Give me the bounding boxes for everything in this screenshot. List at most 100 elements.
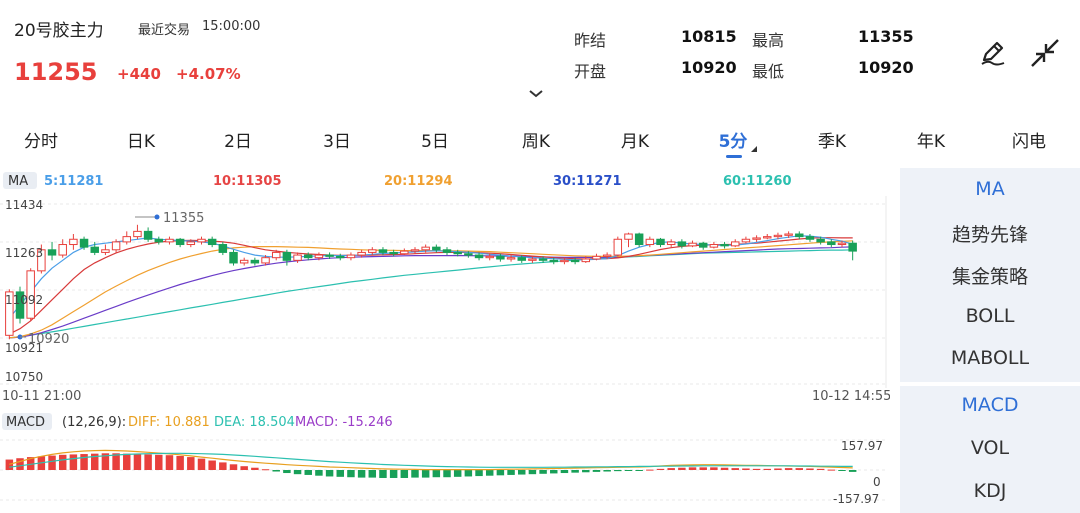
chart-background <box>0 168 890 513</box>
candle-body <box>752 237 761 240</box>
stat-prev-settle-value: 10815 <box>681 27 737 46</box>
indicator-ma[interactable]: MA <box>900 178 1080 200</box>
stat-high-value: 11355 <box>858 27 914 46</box>
ma20-label: 20:11294 <box>384 174 453 189</box>
macd-bar <box>357 470 366 478</box>
collapse-arrows-icon[interactable] <box>1028 36 1062 70</box>
macd-bar <box>838 470 846 471</box>
candle-body <box>517 257 526 261</box>
tab-2day[interactable]: 2日 <box>224 127 252 152</box>
candle-body <box>271 251 281 259</box>
y-tick-label: 11263 <box>5 246 43 260</box>
price-change-percent: +4.07% <box>176 65 241 83</box>
indicator-vol[interactable]: VOL <box>900 437 1080 459</box>
active-tab-indicator <box>726 155 742 158</box>
indicator-boll[interactable]: BOLL <box>900 305 1080 327</box>
macd-bar <box>560 470 569 474</box>
macd-bar <box>304 470 312 475</box>
macd-bar <box>165 455 174 470</box>
macd-tag: MACD <box>6 415 45 430</box>
candle-body <box>229 251 238 264</box>
macd-bar <box>368 470 377 478</box>
indicator-trend-pioneer[interactable]: 趋势先锋 <box>900 220 1080 247</box>
macd-bar <box>656 468 665 470</box>
tab-daily-k[interactable]: 日K <box>127 127 155 152</box>
tab-5day[interactable]: 5日 <box>421 127 449 152</box>
candle-body <box>816 238 825 243</box>
candle-body <box>58 244 67 256</box>
candle-body <box>538 258 548 261</box>
candle-body <box>464 253 473 256</box>
macd-bar <box>475 470 483 477</box>
tab-5min[interactable]: 5分 <box>719 127 748 152</box>
x-end-label: 10-12 14:55 <box>812 389 890 404</box>
macd-bar <box>293 470 302 475</box>
candle-body <box>90 246 99 253</box>
candle-body <box>368 249 377 253</box>
indicator-maboll[interactable]: MABOLL <box>900 347 1080 369</box>
tab-intraday[interactable]: 分时 <box>24 127 58 152</box>
candle-body <box>421 246 430 251</box>
candle-body <box>666 241 676 246</box>
macd-bar <box>464 470 473 477</box>
x-start-label: 10-11 21:00 <box>2 389 81 404</box>
chevron-down-icon[interactable] <box>528 88 544 102</box>
candle-body <box>293 254 302 261</box>
macd-bar <box>614 470 622 472</box>
tab-quarterly-k[interactable]: 季K <box>818 127 846 152</box>
indicator-macd[interactable]: MACD <box>900 394 1080 416</box>
candle-body <box>773 234 783 238</box>
candle-body <box>79 238 89 248</box>
candle-body <box>197 238 206 243</box>
candle-body <box>400 250 409 255</box>
y-tick-label: 10750 <box>5 370 43 384</box>
macd-bar <box>667 468 675 470</box>
macd-bar <box>411 470 419 478</box>
macd-bar <box>624 470 633 471</box>
candle-body <box>207 238 217 246</box>
macd-params: (12,26,9): <box>62 415 126 430</box>
period-tabs: 分时 日K 2日 3日 5日 周K 月K 5分 季K 年K 闪电 <box>0 118 1080 162</box>
macd-bar <box>80 454 88 470</box>
candle-body <box>570 259 580 263</box>
macd-bar <box>763 468 771 470</box>
candle-body <box>47 249 57 256</box>
macd-diff-label: DIFF: 10.881 <box>128 415 210 430</box>
candle-body <box>613 238 623 256</box>
tab-yearly-k[interactable]: 年K <box>917 127 945 152</box>
indicator-gold-strategy[interactable]: 集金策略 <box>900 262 1080 289</box>
dropdown-corner-icon[interactable] <box>751 146 757 152</box>
candle-body <box>175 238 185 246</box>
stat-low-label: 最低 <box>752 62 785 81</box>
tab-flash[interactable]: 闪电 <box>1012 127 1046 152</box>
tab-monthly-k[interactable]: 月K <box>621 127 649 152</box>
candle-body <box>720 244 729 247</box>
macd-bar <box>155 454 163 470</box>
macd-bar <box>742 468 750 470</box>
contract-title: 20号胶主力 <box>14 21 104 41</box>
macd-bar <box>453 470 462 477</box>
macd-bar <box>592 470 601 472</box>
macd-bar <box>187 457 195 470</box>
tab-3day[interactable]: 3日 <box>323 127 351 152</box>
macd-bar <box>5 459 14 470</box>
candle <box>229 249 238 266</box>
price-chart[interactable]: MA 5:11281 10:11305 20:11294 30:11271 60… <box>0 168 890 513</box>
candle-body <box>154 238 164 243</box>
macd-bar <box>325 470 334 477</box>
tab-weekly-k[interactable]: 周K <box>522 127 550 152</box>
candle-body <box>731 241 740 247</box>
stat-open-value: 10920 <box>681 58 737 77</box>
stat-low-value: 10920 <box>858 58 914 77</box>
candle-body <box>474 254 484 259</box>
candle-body <box>795 233 804 238</box>
pen-icon[interactable] <box>978 36 1008 68</box>
candle <box>634 232 644 248</box>
indicator-kdj[interactable]: KDJ <box>900 480 1080 502</box>
macd-bar <box>144 454 152 470</box>
macd-bar <box>123 453 131 470</box>
candle-body <box>122 236 131 243</box>
macd-bar <box>315 470 323 476</box>
candle-body <box>69 238 78 246</box>
ma-tag: MA <box>8 174 28 189</box>
